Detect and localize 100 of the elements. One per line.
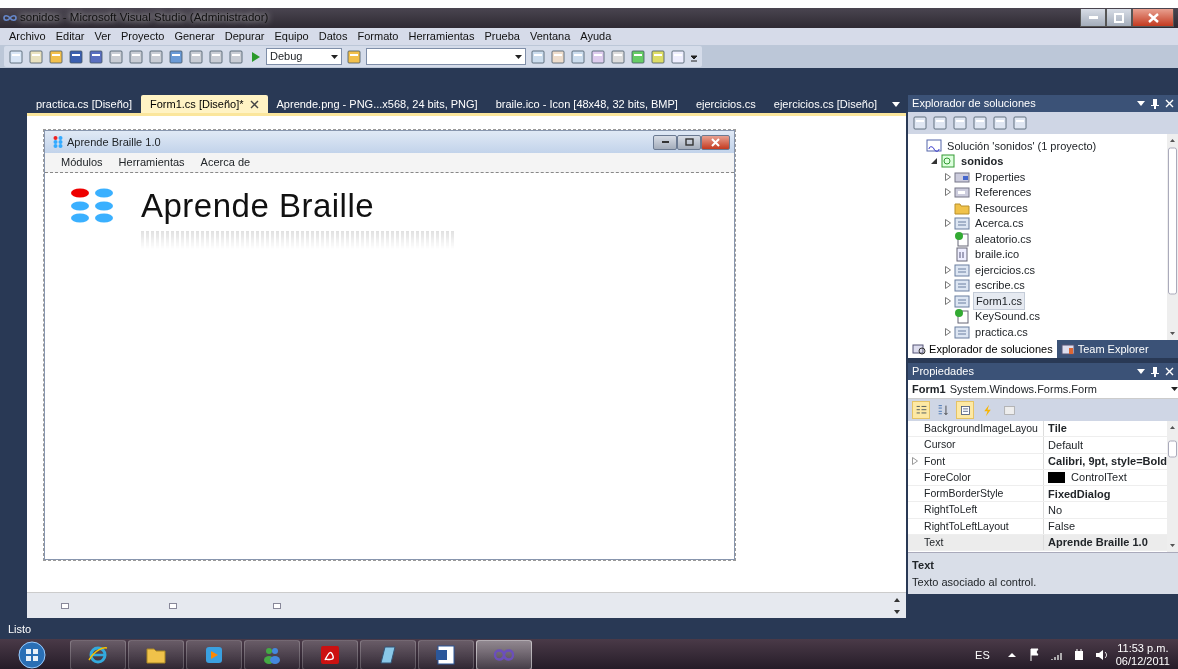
form-file-icon — [954, 261, 971, 278]
tree-item[interactable]: practica.cs — [973, 323, 1030, 340]
document-tab[interactable]: practica.cs [Diseño] — [27, 95, 141, 113]
menu-item[interactable]: Generar — [169, 28, 220, 45]
panel-tab[interactable]: Team Explorer — [1056, 340, 1153, 358]
configuration-dropdown[interactable]: Debug — [266, 48, 342, 65]
menu-item[interactable]: Depurar — [219, 28, 270, 45]
expand-arrow-icon[interactable] — [912, 457, 919, 466]
tree-item[interactable]: braile.ico — [973, 246, 1022, 263]
expand-arrow-icon[interactable] — [945, 265, 952, 274]
object-selector[interactable]: Form1 System.Windows.Forms.Form — [908, 380, 1178, 399]
expand-arrow-icon[interactable] — [945, 172, 952, 181]
tree-item[interactable]: Resources — [973, 199, 1030, 216]
dropdown-icon[interactable] — [1137, 101, 1145, 106]
description-title: Text — [912, 558, 935, 573]
search-dropdown[interactable] — [366, 48, 526, 65]
tree-item[interactable]: ejercicios.cs — [973, 261, 1037, 278]
menu-item[interactable]: Proyecto — [115, 28, 170, 45]
code-file-icon — [954, 308, 971, 325]
expand-arrow-icon[interactable] — [945, 219, 952, 228]
expand-arrow-icon[interactable] — [945, 296, 952, 305]
property-name: BackgroundImageLayou — [922, 421, 1045, 437]
panel-title: Explorador de soluciones — [912, 96, 1037, 112]
component-icon — [61, 602, 69, 609]
minimize-button[interactable] — [1080, 9, 1106, 27]
form-file-icon — [954, 277, 971, 294]
panel-tab[interactable]: Explorador de soluciones — [908, 340, 1057, 358]
menu-item[interactable]: Ventana — [525, 28, 576, 45]
collapse-arrow-icon[interactable] — [931, 158, 938, 165]
close-button[interactable] — [1132, 9, 1174, 27]
language-indicator[interactable]: ES — [975, 646, 990, 664]
menu-item[interactable]: Prueba — [479, 28, 525, 45]
property-value[interactable]: Aprende Braille 1.0 — [1044, 535, 1167, 551]
close-icon[interactable] — [249, 99, 259, 109]
tab-list-dropdown-icon[interactable] — [892, 102, 901, 107]
status-text: Listo — [8, 622, 32, 638]
panel-title: Propiedades — [912, 364, 975, 380]
icon-file-icon — [954, 246, 971, 263]
clock[interactable]: 11:53 p.m. 06/12/2011 — [1115, 642, 1170, 668]
code-file-icon — [954, 230, 971, 247]
property-name: RightToLeft — [922, 502, 1045, 518]
tree-item[interactable]: Form1.cs — [973, 291, 1025, 310]
form-menu-item[interactable]: Acerca de — [192, 154, 259, 171]
team-icon — [1060, 343, 1075, 355]
taskbar-app[interactable] — [360, 640, 416, 669]
speaker-icon[interactable] — [1093, 648, 1108, 662]
property-value[interactable]: Tile — [1044, 421, 1167, 437]
infinity-logo-icon — [3, 14, 17, 22]
start-button-icon[interactable] — [16, 640, 48, 669]
menu-item[interactable]: Ver — [89, 28, 116, 45]
menu-item[interactable]: Datos — [313, 28, 353, 45]
document-tab[interactable]: ejercicios.cs — [686, 95, 765, 113]
taskbar-app[interactable] — [418, 640, 474, 669]
document-tab[interactable]: Form1.cs [Diseño]* — [141, 95, 268, 113]
property-list-button[interactable] — [956, 401, 975, 419]
maximize-button[interactable] — [1106, 9, 1132, 27]
close-button[interactable] — [701, 134, 730, 150]
menu-item[interactable]: Archivo — [4, 28, 51, 45]
tree-item[interactable]: aleatorio.cs — [973, 230, 1034, 247]
categorized-icon — [914, 403, 928, 417]
menu-item[interactable]: Editar — [50, 28, 90, 45]
description-text: Texto asociado al control. — [912, 574, 1038, 590]
tree-item[interactable]: Properties — [973, 168, 1028, 185]
property-name: ForeColor — [922, 469, 1045, 486]
categorized-button[interactable] — [912, 401, 931, 419]
tree-item[interactable]: Solución 'sonidos' (1 proyecto) — [945, 137, 1099, 154]
property-value[interactable]: ControlText — [1044, 469, 1167, 486]
menu-item[interactable]: Formato — [352, 28, 404, 45]
menu-item[interactable]: Herramientas — [403, 28, 480, 45]
document-tab[interactable]: braile.ico - Icon [48x48, 32 bits, BMP] — [486, 95, 687, 113]
menu-item[interactable]: Equipo — [269, 28, 314, 45]
minimize-button[interactable] — [653, 134, 677, 150]
menu-item[interactable]: Ayuda — [575, 28, 617, 45]
document-tab[interactable]: Aprende.png - PNG...x568, 24 bits, PNG] — [267, 95, 487, 113]
expand-arrow-icon[interactable] — [945, 281, 952, 290]
close-icon — [1147, 12, 1159, 23]
expand-arrow-icon[interactable] — [945, 327, 952, 336]
form-menu-item[interactable]: Herramientas — [110, 154, 193, 171]
tree-item[interactable]: References — [973, 184, 1034, 201]
tree-item[interactable]: sonidos — [959, 153, 1006, 170]
maximize-button[interactable] — [677, 134, 701, 150]
property-name: RightToLeftLayout — [922, 518, 1045, 535]
dropdown-icon[interactable] — [1137, 369, 1145, 374]
taskbar-app[interactable] — [128, 640, 184, 669]
braille-dots-icon — [53, 136, 63, 148]
property-value[interactable]: No — [1044, 502, 1167, 518]
expand-arrow-icon[interactable] — [945, 188, 952, 197]
tree-item[interactable]: escribe.cs — [973, 277, 1027, 294]
tree-item[interactable]: Acerca.cs — [973, 215, 1026, 232]
property-value[interactable]: FixedDialog — [1044, 486, 1167, 502]
property-value[interactable]: Calibri, 9pt, style=Bold — [1044, 453, 1167, 469]
flag-icon[interactable] — [1027, 648, 1042, 662]
tree-item[interactable]: KeySound.cs — [973, 308, 1042, 325]
form-menu-item[interactable]: Módulos — [53, 154, 111, 171]
property-value[interactable]: False — [1044, 518, 1167, 535]
pin-icon[interactable] — [1151, 98, 1159, 109]
minimize-icon — [1088, 16, 1098, 19]
property-value[interactable]: Default — [1044, 437, 1167, 453]
pin-icon[interactable] — [1151, 366, 1159, 377]
document-tab[interactable]: ejercicios.cs [Diseño] — [764, 95, 887, 113]
